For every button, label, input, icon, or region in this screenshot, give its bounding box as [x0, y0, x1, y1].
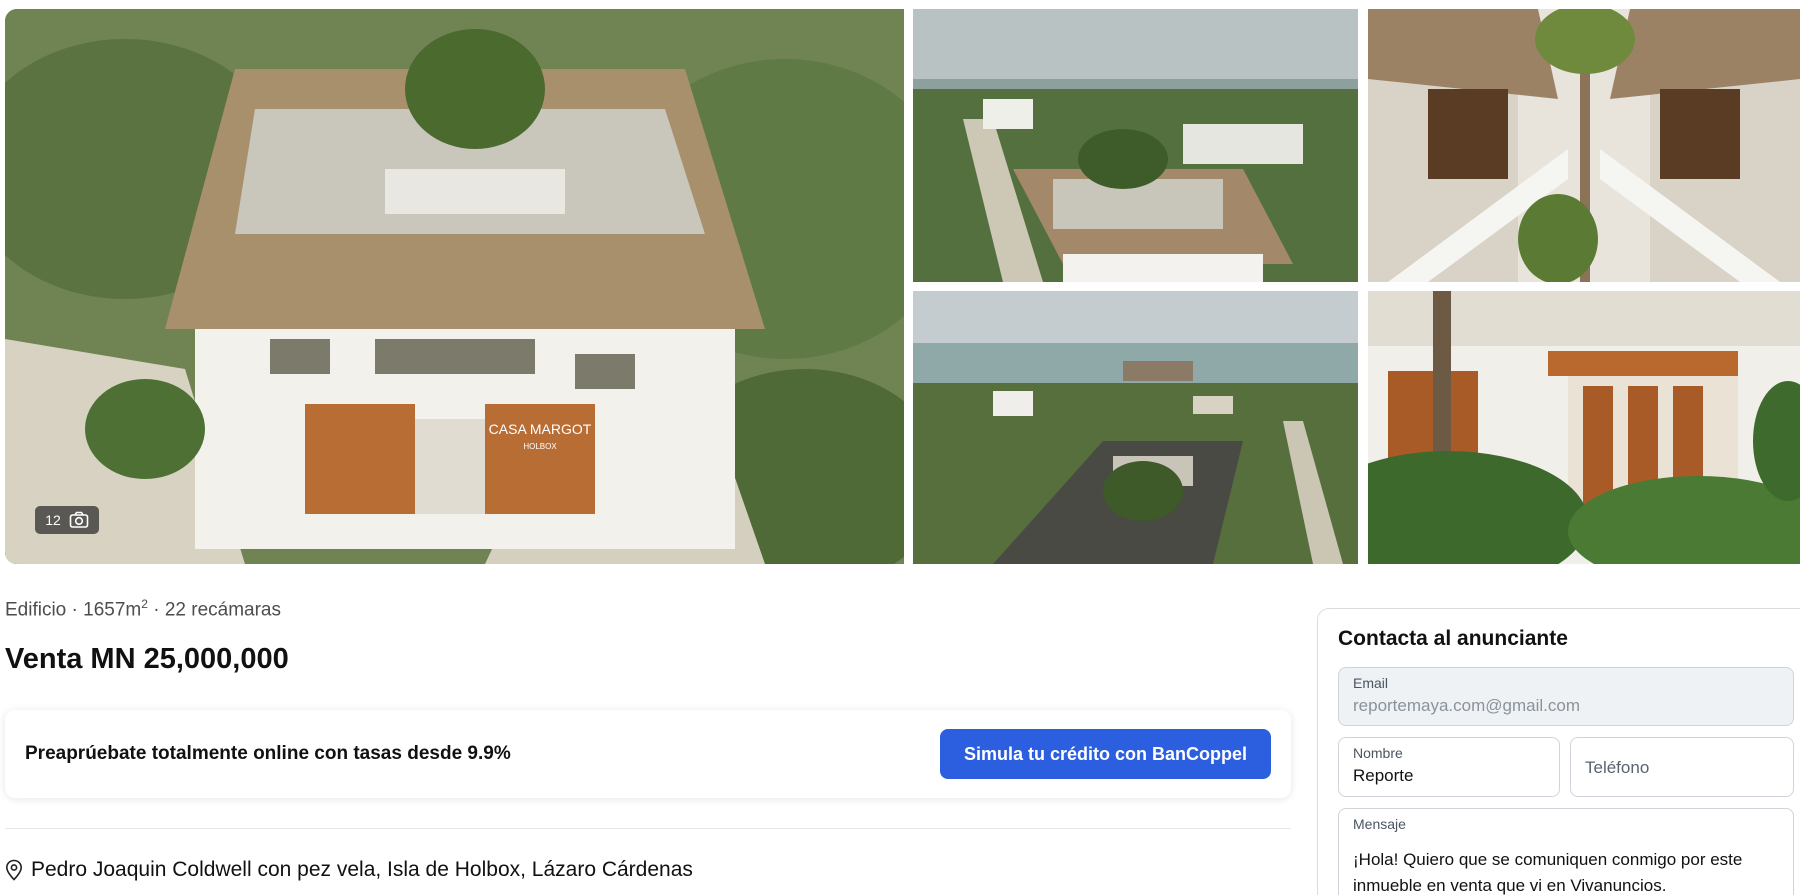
summary-separator: ·: [66, 599, 84, 621]
main-photo-image: CASA MARGOT HOLBOX: [5, 9, 904, 564]
property-type: Edificio: [5, 599, 67, 621]
camera-icon: [69, 511, 89, 528]
message-value: ¡Hola! Quiero que se comuniquen conmigo …: [1353, 850, 1743, 895]
contact-title: Contacta al anunciante: [1338, 627, 1568, 650]
map-pin-icon: [5, 859, 23, 881]
phone-field[interactable]: Teléfono: [1570, 737, 1794, 797]
contact-form: Contacta al anunciante Email reportemaya…: [1317, 608, 1800, 895]
section-divider: [5, 828, 1291, 829]
aerial-view-photo[interactable]: [913, 9, 1358, 282]
credit-banner: Preaprúebate totalmente online con tasas…: [5, 710, 1291, 798]
property-summary: Edificio · 1657m2 · 22 recámaras: [5, 597, 281, 621]
name-label: Nombre: [1353, 745, 1403, 761]
name-value: Reporte: [1353, 766, 1414, 785]
credit-banner-text: Preaprúebate totalmente online con tasas…: [25, 743, 511, 764]
phone-placeholder: Teléfono: [1585, 758, 1650, 777]
address-text: Pedro Joaquin Coldwell con pez vela, Isl…: [31, 858, 693, 881]
property-price: Venta MN 25,000,000: [5, 643, 289, 675]
corridor-photo[interactable]: [1368, 9, 1800, 282]
summary-separator: ·: [147, 599, 165, 621]
photo-count-label: 12: [45, 512, 61, 528]
photo-count-badge[interactable]: 12: [35, 506, 99, 534]
garden-facade-image: [1368, 291, 1800, 564]
email-value: reportemaya.com@gmail.com: [1353, 696, 1580, 715]
property-area: 1657m: [83, 599, 142, 621]
message-field[interactable]: Mensaje ¡Hola! Quiero que se comuniquen …: [1338, 808, 1794, 895]
coastal-view-photo[interactable]: [913, 291, 1358, 564]
corridor-image: [1368, 9, 1800, 282]
building-sign-subtext: HOLBOX: [523, 442, 557, 451]
email-field[interactable]: Email reportemaya.com@gmail.com: [1338, 667, 1794, 726]
simulate-credit-button[interactable]: Simula tu crédito con BanCoppel: [940, 729, 1271, 779]
main-photo[interactable]: CASA MARGOT HOLBOX 12: [5, 9, 904, 564]
property-address: Pedro Joaquin Coldwell con pez vela, Isl…: [5, 858, 693, 882]
message-label: Mensaje: [1353, 816, 1406, 832]
garden-facade-photo[interactable]: [1368, 291, 1800, 564]
property-bedrooms: 22 recámaras: [164, 599, 281, 621]
aerial-view-image: [913, 9, 1358, 282]
area-unit-superscript: 2: [141, 597, 148, 611]
email-label: Email: [1353, 675, 1389, 691]
name-field[interactable]: Nombre Reporte: [1338, 737, 1560, 797]
building-sign-text: CASA MARGOT: [489, 421, 592, 437]
coastal-view-image: [913, 291, 1358, 564]
